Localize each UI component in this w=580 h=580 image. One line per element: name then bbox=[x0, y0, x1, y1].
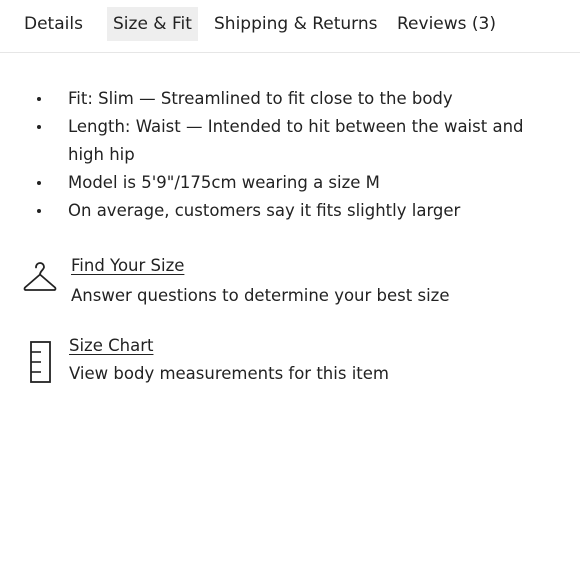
bullet-icon bbox=[37, 209, 41, 213]
fit-details-list: Fit: Slim — Streamlined to fit close to … bbox=[0, 85, 580, 225]
size-chart-link[interactable]: Size Chart bbox=[69, 336, 153, 355]
list-item: Fit: Slim — Streamlined to fit close to … bbox=[0, 85, 580, 113]
list-item: Model is 5'9"/175cm wearing a size M bbox=[0, 169, 580, 197]
list-item: On average, customers say it fits slight… bbox=[0, 197, 580, 225]
tab-details[interactable]: Details bbox=[18, 7, 89, 41]
fit-detail-text: Fit: Slim — Streamlined to fit close to … bbox=[68, 89, 453, 108]
find-your-size-link[interactable]: Find Your Size bbox=[71, 256, 184, 275]
find-your-size-description: Answer questions to determine your best … bbox=[71, 286, 450, 305]
fit-detail-text: Model is 5'9"/175cm wearing a size M bbox=[68, 173, 380, 192]
product-info-tabs: Details Size & Fit Shipping & Returns Re… bbox=[0, 0, 580, 53]
bullet-icon bbox=[37, 181, 41, 185]
tab-reviews[interactable]: Reviews (3) bbox=[391, 7, 502, 41]
bullet-icon bbox=[37, 97, 41, 101]
fit-detail-text: On average, customers say it fits slight… bbox=[68, 201, 461, 220]
hanger-icon bbox=[22, 261, 58, 301]
fit-detail-text: Length: Waist — Intended to hit between … bbox=[68, 117, 524, 164]
size-chart-description: View body measurements for this item bbox=[69, 364, 389, 383]
list-item: Length: Waist — Intended to hit between … bbox=[0, 113, 580, 169]
tab-size-and-fit[interactable]: Size & Fit bbox=[107, 7, 198, 41]
tab-shipping-and-returns[interactable]: Shipping & Returns bbox=[208, 7, 384, 41]
ruler-icon bbox=[29, 340, 53, 388]
bullet-icon bbox=[37, 125, 41, 129]
